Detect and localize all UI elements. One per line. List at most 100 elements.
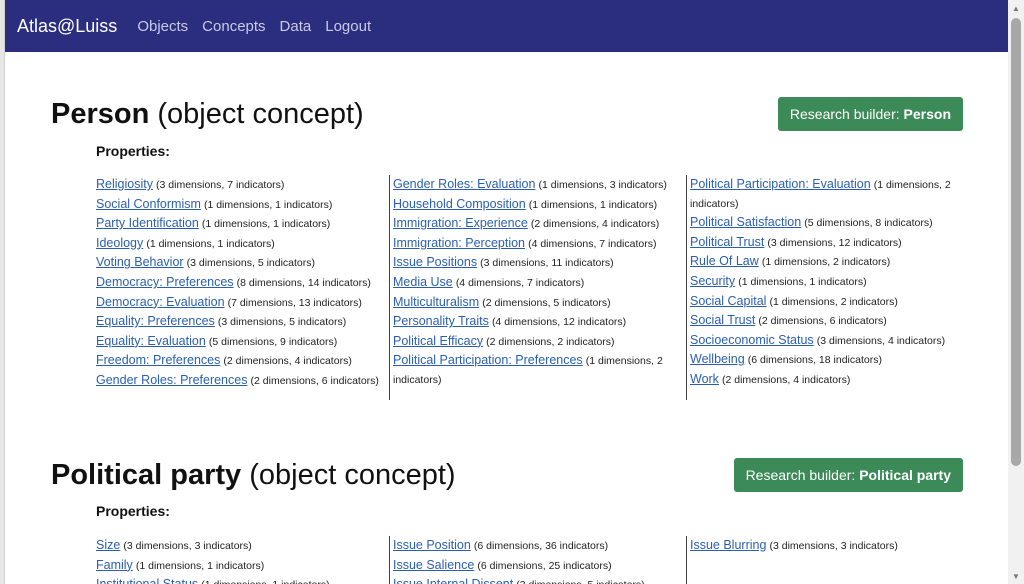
property-link[interactable]: Social Capital [690,294,766,308]
property-item: Social Trust (2 dimensions, 6 indicators… [690,311,979,331]
property-meta: (3 dimensions, 3 indicators) [123,540,252,552]
property-meta: (1 dimensions, 3 indicators) [538,179,667,191]
property-item: Freedom: Preferences (2 dimensions, 4 in… [96,351,385,371]
nav-link-data[interactable]: Data [280,18,312,35]
scrollbar-thumb[interactable] [1011,18,1021,466]
property-item: Democracy: Preferences (8 dimensions, 14… [96,273,385,293]
property-meta: (1 dimensions, 1 indicators) [738,275,867,288]
property-link[interactable]: Party Identification [96,216,199,230]
property-meta: (1 dimensions, 1 indicators) [528,198,658,211]
property-link[interactable]: Freedom: Preferences [96,353,220,367]
property-link[interactable]: Social Trust [690,313,755,327]
concept-type: (object concept) [157,98,364,130]
property-link[interactable]: Political Participation: Evaluation [690,177,871,191]
property-link[interactable]: Immigration: Experience [393,216,528,230]
property-link[interactable]: Political Participation: Preferences [393,353,583,367]
nav-link-logout[interactable]: Logout [325,18,371,35]
concept-type: (object concept) [249,459,456,491]
brand-link[interactable]: Atlas@Luiss [17,16,117,37]
property-link[interactable]: Family [96,558,133,572]
research-builder-button-political-party[interactable]: Research builder: Political party [733,458,963,492]
property-meta: (1 dimensions, 1 indicators) [203,198,333,211]
property-link[interactable]: Work [690,372,719,386]
property-link[interactable]: Equality: Preferences [96,314,215,328]
nav-link-objects[interactable]: Objects [137,18,188,35]
property-item: Media Use (4 dimensions, 7 indicators) [393,273,682,293]
property-link[interactable]: Political Efficacy [393,334,483,348]
property-item: Religiosity (3 dimensions, 7 indicators) [96,175,385,195]
property-item: Issue Blurring (3 dimensions, 3 indicato… [690,536,979,556]
property-item: Household Composition (1 dimensions, 1 i… [393,195,682,215]
property-link[interactable]: Wellbeing [690,352,745,366]
property-link[interactable]: Issue Internal Dissent [393,577,513,584]
property-link[interactable]: Equality: Evaluation [96,334,206,348]
property-item: Equality: Preferences (3 dimensions, 5 i… [96,312,385,332]
property-meta: (2 dimensions, 4 indicators) [722,373,851,386]
property-item: Political Trust (3 dimensions, 12 indica… [690,233,979,253]
property-item: Equality: Evaluation (5 dimensions, 9 in… [96,332,385,352]
property-meta: (3 dimensions, 7 indicators) [156,179,285,191]
property-link[interactable]: Gender Roles: Evaluation [393,177,535,191]
property-meta: (2 dimensions, 4 indicators) [223,355,352,368]
property-link[interactable]: Gender Roles: Preferences [96,373,247,387]
concept-name: Person [51,98,150,130]
property-item: Family (1 dimensions, 1 indicators) [96,556,385,576]
section-title: Person (object concept) [51,98,364,131]
property-meta: (1 dimensions, 2 indicators) [769,295,898,308]
property-meta: (2 dimensions, 6 indicators) [758,315,887,328]
property-item: Political Participation: Evaluation (1 d… [690,175,979,213]
property-meta: (6 dimensions, 36 indicators) [473,540,609,552]
property-link[interactable]: Issue Position [393,538,471,552]
property-item: Gender Roles: Evaluation (1 dimensions, … [393,175,682,195]
property-meta: (5 dimensions, 9 indicators) [208,335,338,348]
property-item: Party Identification (1 dimensions, 1 in… [96,214,385,234]
property-item: Wellbeing (6 dimensions, 18 indicators) [690,350,979,370]
property-link[interactable]: Issue Salience [393,558,474,572]
property-item: Size (3 dimensions, 3 indicators) [96,536,385,556]
property-link[interactable]: Ideology [96,236,143,250]
property-link[interactable]: Personality Traits [393,314,489,328]
property-link[interactable]: Political Trust [690,235,764,249]
property-link[interactable]: Rule Of Law [690,254,759,268]
property-meta: (3 dimensions, 11 indicators) [480,257,614,270]
property-link[interactable]: Size [96,538,120,552]
property-link[interactable]: Media Use [393,275,453,289]
property-link[interactable]: Security [690,274,735,288]
property-link[interactable]: Democracy: Evaluation [96,295,225,309]
property-link[interactable]: Issue Positions [393,255,477,269]
property-link[interactable]: Household Composition [393,197,526,211]
property-link[interactable]: Immigration: Perception [393,236,525,250]
property-item: Political Efficacy (2 dimensions, 2 indi… [393,332,682,352]
property-link[interactable]: Religiosity [96,177,153,191]
property-link[interactable]: Institutional Status [96,577,198,584]
property-link[interactable]: Social Conformism [96,197,201,211]
research-builder-button-person[interactable]: Research builder: Person [777,97,963,131]
scroll-up-arrow-icon[interactable]: ▲ [1008,0,1024,16]
button-concept-name: Political party [859,467,951,483]
property-link[interactable]: Democracy: Preferences [96,275,234,289]
button-concept-name: Person [903,106,951,122]
property-meta: (3 dimensions, 5 indicators) [217,316,347,329]
property-meta: (3 dimensions, 5 indicators) [516,579,644,584]
scroll-down-arrow-icon[interactable]: ▼ [1008,568,1024,584]
browser-viewport: Atlas@Luiss Objects Concepts Data Logout… [4,0,1009,584]
property-item: Socioeconomic Status (3 dimensions, 4 in… [690,331,979,351]
vertical-scrollbar[interactable]: ▲ ▼ [1008,0,1024,584]
property-meta: (1 dimensions, 2 indicators) [761,256,891,269]
nav-link-concepts[interactable]: Concepts [202,18,265,35]
property-link[interactable]: Political Satisfaction [690,215,801,229]
property-item: Rule Of Law (1 dimensions, 2 indicators) [690,252,979,272]
property-link[interactable]: Multiculturalism [393,295,479,309]
property-meta: (2 dimensions, 6 indicators) [250,374,379,387]
property-meta: (6 dimensions, 25 indicators) [477,559,612,572]
property-link[interactable]: Issue Blurring [690,538,766,552]
button-prefix: Research builder: [789,106,904,122]
property-meta: (3 dimensions, 5 indicators) [186,257,316,270]
property-item: Political Participation: Preferences (1 … [393,351,682,389]
property-meta: (1 dimensions, 1 indicators) [135,559,265,572]
property-link[interactable]: Socioeconomic Status [690,333,814,347]
property-meta: (6 dimensions, 18 indicators) [747,354,882,367]
property-meta: (1 dimensions, 1 indicators) [146,237,275,250]
property-item: Gender Roles: Preferences (2 dimensions,… [96,371,385,391]
property-link[interactable]: Voting Behavior [96,255,184,269]
